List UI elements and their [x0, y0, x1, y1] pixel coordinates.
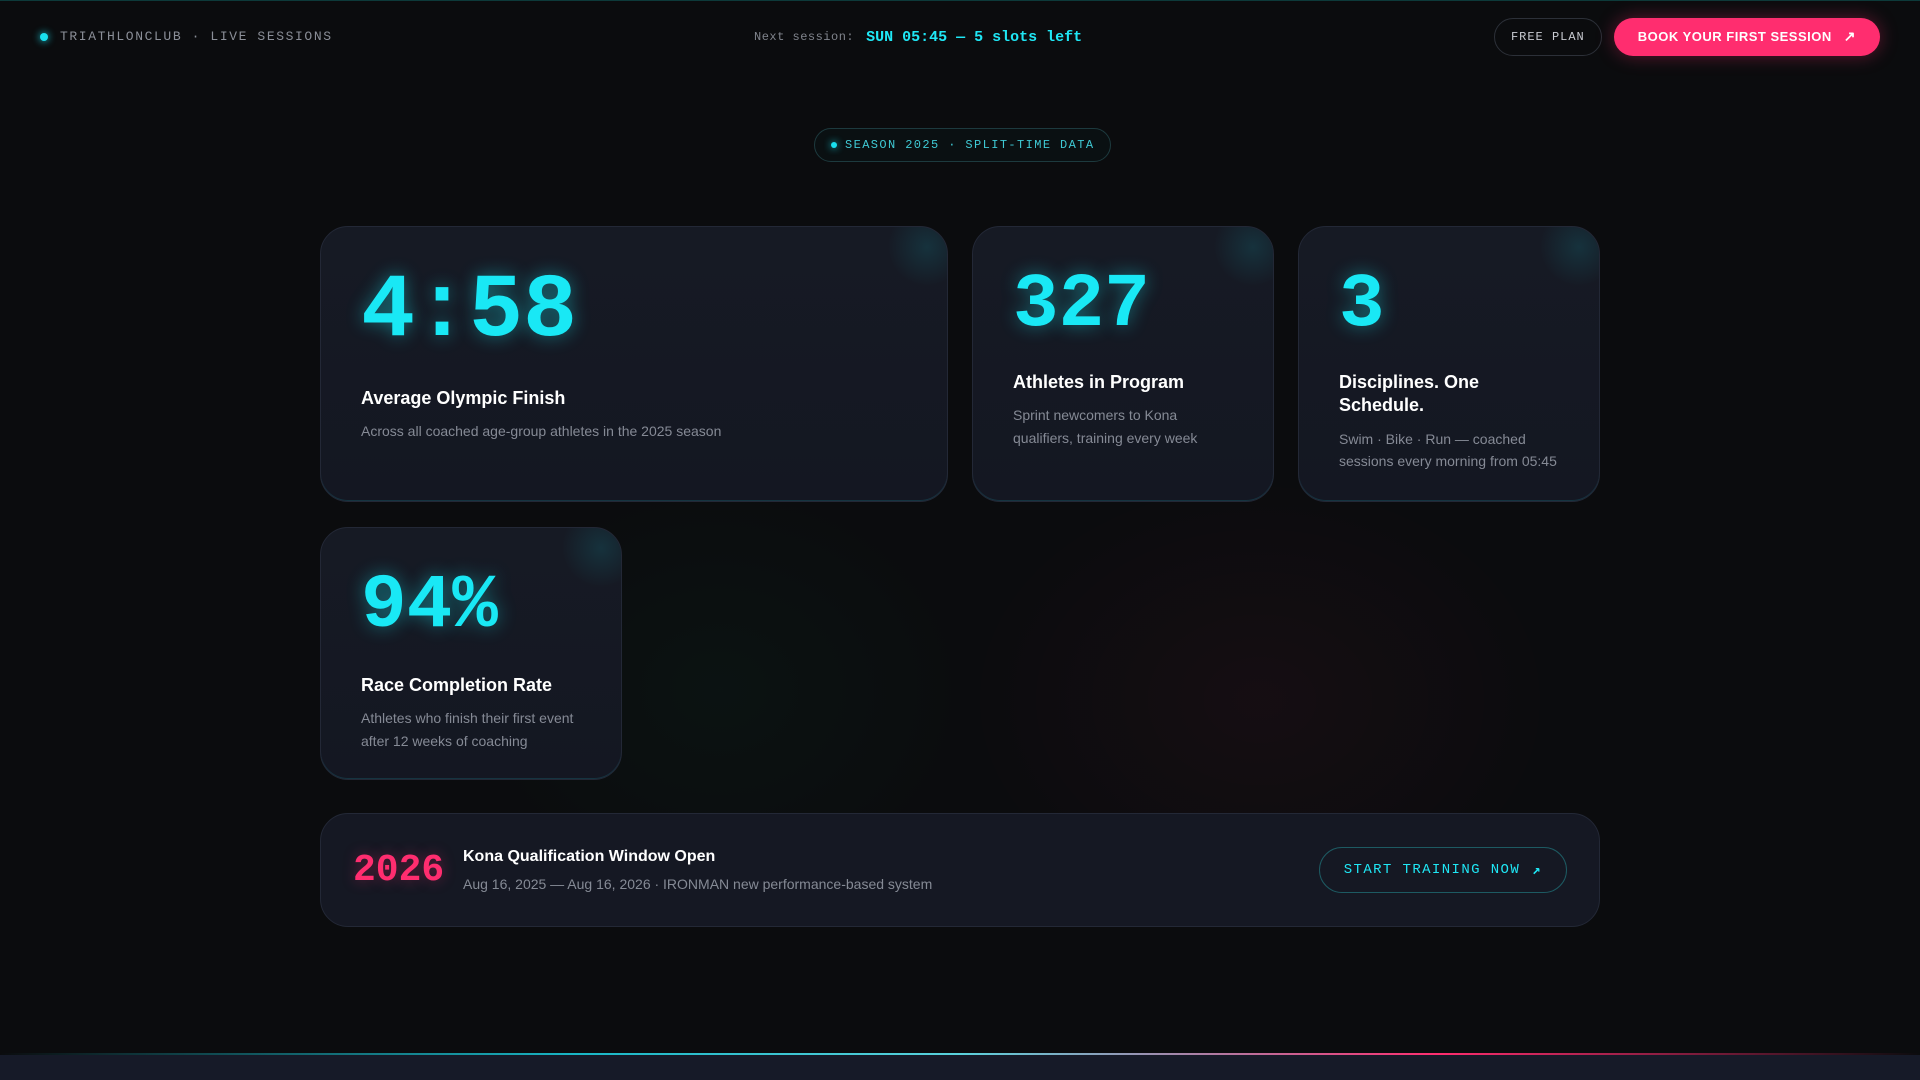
start-training-label: START TRAINING NOW — [1343, 862, 1521, 878]
kona-banner: 2026 Kona Qualification Window Open Aug … — [320, 813, 1600, 927]
stat-card-olympic-finish: 4:58 Average Olympic Finish Across all c… — [320, 226, 948, 502]
book-first-session-button[interactable]: BOOK YOUR FIRST SESSION ↗ — [1613, 17, 1880, 56]
stat-value: 94% — [361, 563, 498, 649]
banner-info: Kona Qualification Window Open Aug 16, 2… — [463, 848, 1319, 892]
season-dot — [831, 142, 837, 148]
stat-description: Sprint newcomers to Kona qualifiers, tra… — [1013, 407, 1198, 446]
start-training-button[interactable]: START TRAINING NOW ↗ — [1318, 847, 1567, 893]
arrow-up-right-icon: ↗ — [1532, 862, 1542, 879]
season-pill-text: SEASON 2025 · SPLIT-TIME DATA — [845, 138, 1095, 152]
stat-title: Athletes in Program — [1013, 372, 1185, 392]
stat-title: Race Completion Rate — [361, 675, 553, 695]
top-bar: TRIATHLONCLUB · LIVE SESSIONS Next sessi… — [0, 0, 1920, 72]
banner-year: 2026 — [353, 848, 445, 892]
stat-value: 327 — [1013, 262, 1150, 348]
stat-title: Disciplines. One Schedule. — [1339, 372, 1480, 416]
stat-value: 3 — [1339, 262, 1385, 348]
arrow-up-right-icon: ↗ — [1843, 28, 1856, 44]
stat-card-completion-rate: 94% Race Completion Rate Athletes who fi… — [320, 527, 622, 780]
book-button-label: BOOK YOUR FIRST SESSION — [1637, 29, 1832, 44]
banner-subtitle: Aug 16, 2025 — Aug 16, 2026 · IRONMAN ne… — [463, 876, 933, 892]
stat-title: Average Olympic Finish — [361, 388, 566, 408]
free-plan-button[interactable]: FREE PLAN — [1493, 17, 1602, 56]
brand-text: TRIATHLONCLUB · LIVE SESSIONS — [60, 29, 333, 44]
banner-title: Kona Qualification Window Open — [463, 848, 716, 865]
next-session-label: Next session: — [754, 30, 855, 44]
live-indicator-dot — [40, 32, 48, 41]
stat-card-athletes: 327 Athletes in Program Sprint newcomers… — [972, 226, 1274, 502]
next-session-value: SUN 05:45 — 5 slots left — [866, 28, 1083, 46]
header-actions: FREE PLAN BOOK YOUR FIRST SESSION ↗ — [1493, 17, 1880, 56]
stat-card-disciplines: 3 Disciplines. One Schedule. Swim · Bike… — [1298, 226, 1600, 502]
stat-description: Across all coached age-group athletes in… — [361, 423, 722, 440]
footer-bar — [0, 1055, 1920, 1080]
stat-description: Athletes who finish their first event af… — [361, 710, 574, 749]
next-session: Next session: SUN 05:45 — 5 slots left — [754, 1, 1082, 73]
brand: TRIATHLONCLUB · LIVE SESSIONS — [40, 29, 333, 44]
season-pill: SEASON 2025 · SPLIT-TIME DATA — [814, 128, 1112, 162]
stat-description: Swim · Bike · Run — coached sessions eve… — [1339, 430, 1557, 470]
stat-value: 4:58 — [361, 261, 578, 363]
